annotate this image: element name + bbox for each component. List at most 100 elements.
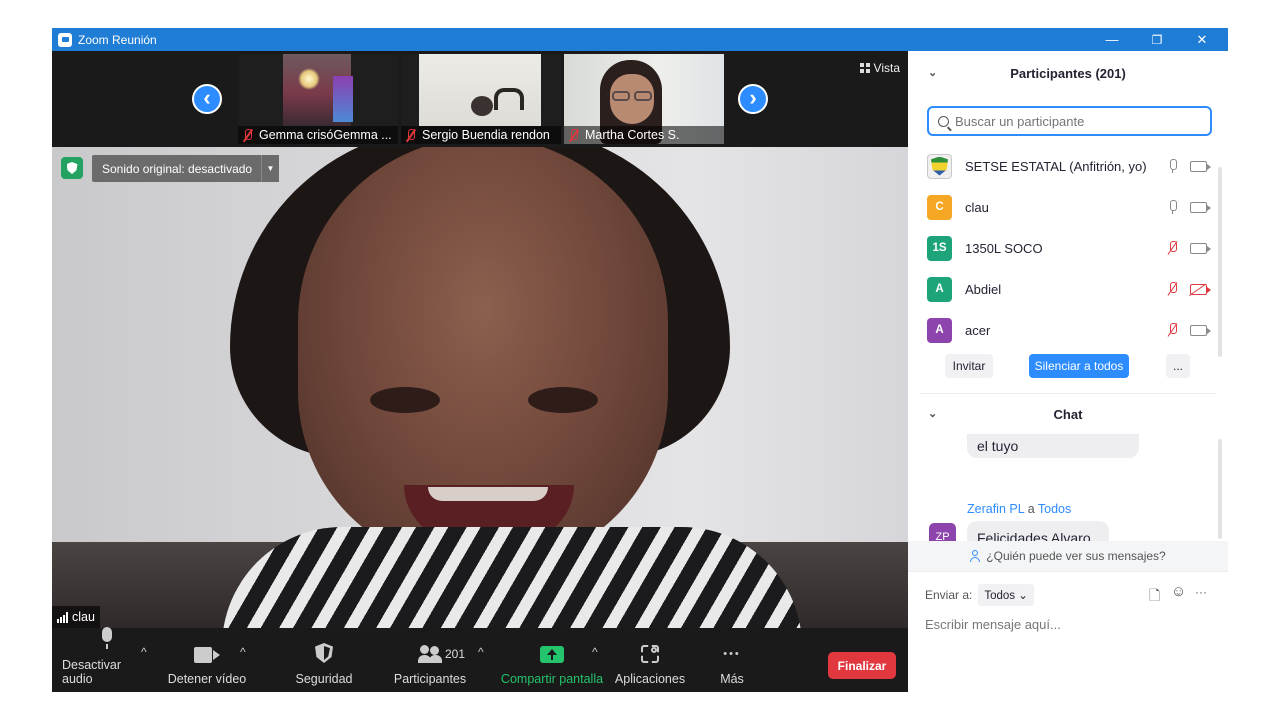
- mute-audio-label: Desactivar audio: [62, 658, 122, 686]
- participant-search[interactable]: [927, 106, 1212, 136]
- video-camera-icon[interactable]: [1190, 201, 1211, 213]
- meeting-toolbar: Desactivar audio ^ Detener vídeo ^ Segur…: [52, 627, 908, 692]
- window-title: Zoom Reunión: [78, 32, 157, 47]
- zoom-logo-icon: [58, 32, 72, 47]
- participants-scrollbar[interactable]: [1218, 167, 1222, 357]
- apps-label: Aplicaciones: [614, 672, 686, 686]
- more-label: Más: [720, 672, 744, 686]
- thumbnail-video[interactable]: Sergio Buendia rendon: [401, 54, 561, 144]
- participants-title: Participantes (201): [1010, 65, 1126, 81]
- title-bar: Zoom Reunión — ❐ ✕: [52, 28, 1228, 51]
- thumbnail-video[interactable]: Martha Cortes S.: [564, 54, 724, 144]
- chat-scrollbar[interactable]: [1218, 439, 1222, 539]
- side-panel: ⌄ Participantes (201) SETSE ESTATAL (Anf…: [908, 51, 1228, 692]
- participant-row[interactable]: 1S 1350L SOCO: [927, 230, 1211, 266]
- restore-button[interactable]: ❐: [1134, 28, 1180, 51]
- thumbnail-label: Martha Cortes S.: [564, 126, 724, 144]
- stop-video-label: Detener vídeo: [167, 672, 247, 686]
- chat-message-text: el tuyo: [977, 438, 1019, 454]
- who-can-see-banner[interactable]: ¿Quién puede ver sus mensajes?: [908, 541, 1228, 571]
- chat-message-input[interactable]: [925, 613, 1215, 635]
- microphone-icon[interactable]: [1166, 159, 1180, 173]
- participant-head: [471, 96, 493, 116]
- zoom-window: Zoom Reunión — ❐ ✕ ‹ Gemma crisóGemma ..…: [52, 28, 1228, 692]
- participants-icon: [418, 645, 442, 663]
- close-button[interactable]: ✕: [1179, 28, 1225, 51]
- participant-arm: [494, 88, 524, 110]
- prev-page-button[interactable]: ‹: [192, 84, 222, 114]
- search-input[interactable]: [955, 113, 1195, 129]
- video-camera-icon[interactable]: [1190, 324, 1211, 336]
- mic-muted-icon[interactable]: [1166, 241, 1180, 255]
- video-camera-icon[interactable]: [1190, 160, 1211, 172]
- chat-more-icon[interactable]: ···: [1195, 585, 1207, 599]
- participant-row[interactable]: A Abdiel: [927, 271, 1211, 307]
- speaker-eye-right: [528, 387, 598, 413]
- chat-divider: [908, 571, 1228, 572]
- security-button[interactable]: Seguridad: [288, 628, 360, 692]
- thumbnail-video[interactable]: Gemma crisóGemma ...: [238, 54, 398, 144]
- chevron-down-icon[interactable]: ⌄: [928, 407, 937, 420]
- apps-button[interactable]: Aplicaciones: [612, 628, 688, 692]
- file-icon[interactable]: 🗋: [1149, 585, 1160, 609]
- original-sound-button[interactable]: Sonido original: desactivado: [92, 155, 263, 182]
- mute-all-button[interactable]: Silenciar a todos: [1029, 354, 1129, 378]
- participant-row[interactable]: SETSE ESTATAL (Anfitrión, yo): [927, 148, 1211, 184]
- chevron-right-icon: ›: [749, 84, 757, 110]
- participant-row[interactable]: Cclau: [927, 189, 1211, 225]
- encryption-shield-icon[interactable]: [61, 157, 83, 179]
- view-button[interactable]: Vista: [859, 61, 900, 75]
- thumbnail-strip: ‹ Gemma crisóGemma ... Sergio Buendia re…: [52, 51, 908, 147]
- send-to-value: Todos: [984, 590, 1016, 602]
- mic-muted-icon: [242, 128, 254, 142]
- mic-muted-icon[interactable]: [1166, 323, 1180, 337]
- speaker-eye-left: [370, 387, 440, 413]
- sound-dropdown-button[interactable]: ▼: [261, 155, 279, 182]
- mic-muted-icon[interactable]: [1166, 282, 1180, 296]
- chevron-left-icon: ‹: [203, 84, 211, 110]
- more-button[interactable]: ••• Más: [702, 628, 762, 692]
- video-camera-icon[interactable]: [1190, 242, 1211, 254]
- video-options-caret[interactable]: ^: [240, 645, 246, 659]
- thumbnail-label: Gemma crisóGemma ...: [238, 126, 398, 144]
- mic-muted-icon: [405, 128, 417, 142]
- participant-name: clau: [965, 199, 989, 215]
- signal-bars-icon: [57, 611, 68, 623]
- share-screen-button[interactable]: Compartir pantalla: [499, 628, 605, 692]
- speaker-shirt: [222, 527, 802, 628]
- video-off-icon[interactable]: [1190, 283, 1211, 295]
- apps-icon: [641, 645, 659, 663]
- participant-name: Abdiel: [965, 281, 1002, 297]
- thumbnail-name: Sergio Buendia rendon: [422, 128, 550, 142]
- security-shield-icon: [315, 643, 333, 663]
- grid-view-icon: [859, 63, 870, 73]
- chevron-down-icon[interactable]: ⌄: [928, 66, 937, 79]
- share-options-caret[interactable]: ^: [592, 645, 598, 659]
- send-to-dropdown[interactable]: Todos ⌄: [978, 584, 1034, 606]
- active-speaker-video: Sonido original: desactivado ▼ clau: [52, 147, 908, 628]
- emoji-icon[interactable]: ☺: [1171, 583, 1186, 600]
- minimize-button[interactable]: —: [1089, 28, 1135, 51]
- thumbnail-name: Gemma crisóGemma ...: [259, 128, 392, 142]
- mic-muted-icon: [568, 128, 580, 142]
- stop-video-button[interactable]: Detener vídeo: [165, 628, 249, 692]
- chevron-down-icon: ⌄: [1018, 590, 1028, 602]
- send-to-row: Enviar a: Todos ⌄: [925, 584, 1034, 606]
- next-page-button[interactable]: ›: [738, 84, 768, 114]
- invite-button[interactable]: Invitar: [945, 354, 993, 378]
- share-screen-label: Compartir pantalla: [500, 672, 604, 686]
- participant-avatar: [927, 153, 952, 179]
- participant-avatar: A: [927, 276, 952, 302]
- microphone-icon[interactable]: [1166, 200, 1180, 214]
- more-dots-icon: •••: [723, 648, 741, 660]
- speaker-name-tag: clau: [52, 606, 100, 628]
- speaker-teeth: [428, 487, 548, 501]
- participants-options-caret[interactable]: ^: [478, 645, 484, 659]
- mute-audio-button[interactable]: Desactivar audio: [62, 627, 152, 692]
- end-meeting-button[interactable]: Finalizar: [828, 652, 896, 679]
- audio-options-caret[interactable]: ^: [141, 645, 147, 659]
- search-icon: [938, 115, 949, 127]
- send-to-label: Enviar a:: [925, 588, 973, 602]
- participant-row[interactable]: Aacer: [927, 312, 1211, 348]
- participants-more-button[interactable]: ...: [1166, 354, 1190, 378]
